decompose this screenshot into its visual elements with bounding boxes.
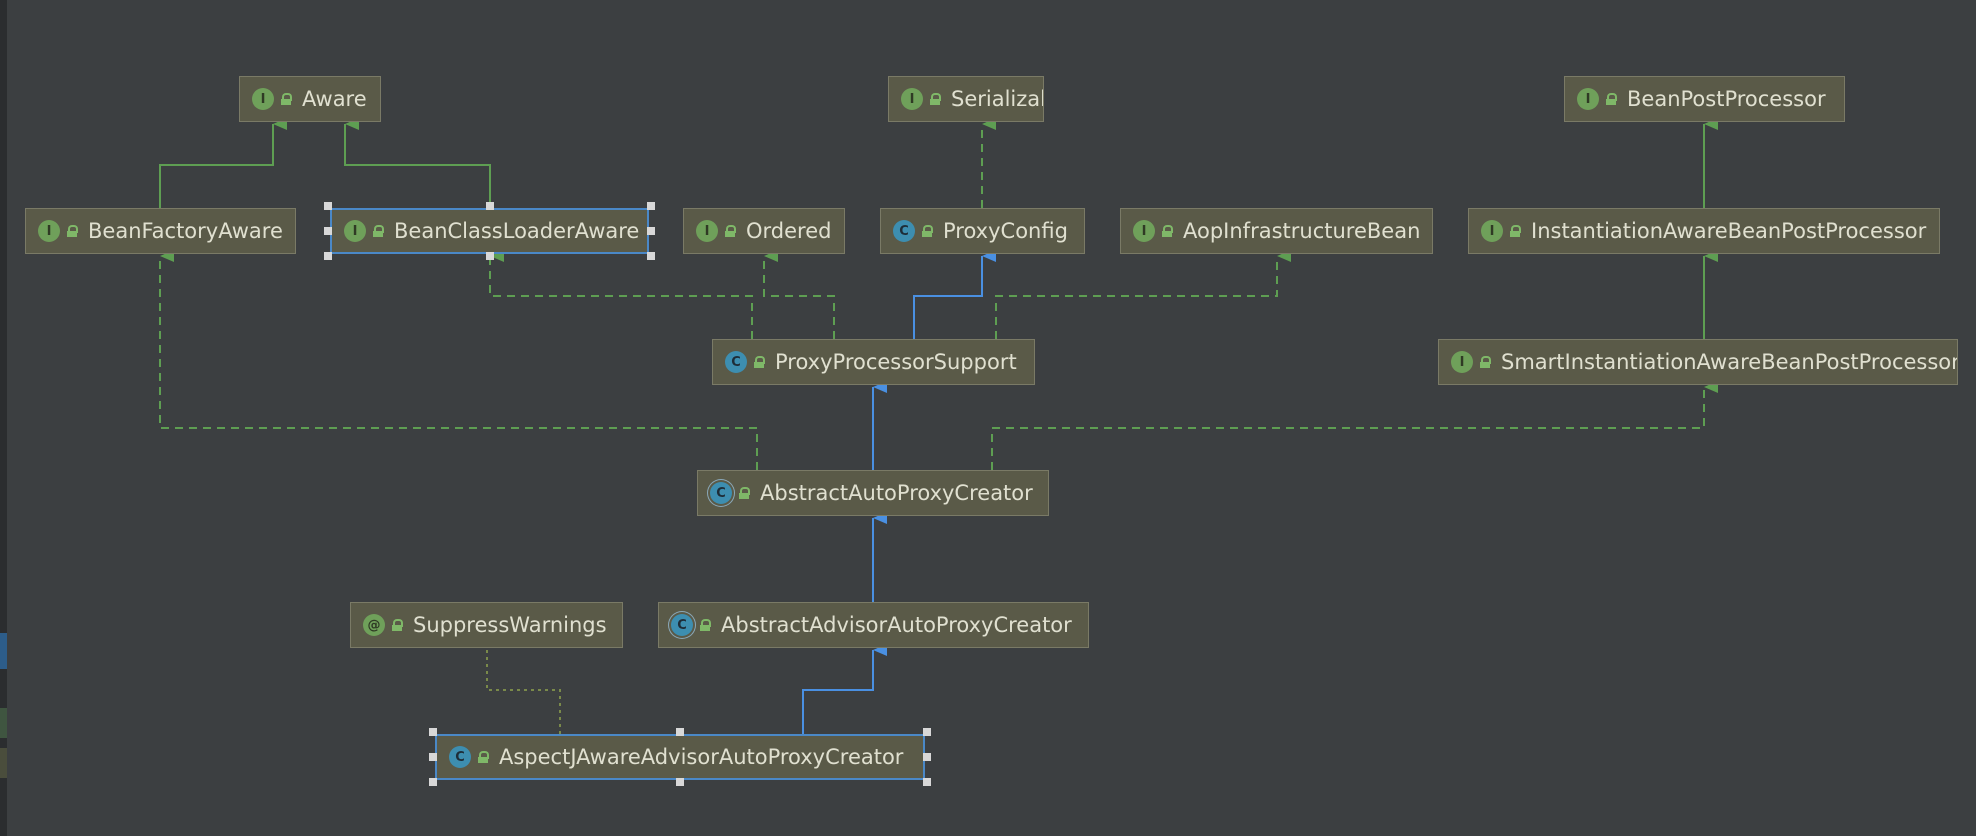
interface-icon: I xyxy=(1133,220,1155,242)
node-aware[interactable]: I Aware xyxy=(239,76,381,122)
selection-handle[interactable] xyxy=(485,202,494,210)
public-lock-icon xyxy=(738,487,750,499)
edge-implements xyxy=(489,250,753,339)
class-icon: C xyxy=(449,746,471,768)
public-lock-icon xyxy=(372,225,384,237)
node-label: Ordered xyxy=(746,219,832,243)
node-instantiationaware[interactable]: I InstantiationAwareBeanPostProcessor xyxy=(1468,208,1940,254)
edge-implements xyxy=(159,250,758,470)
edge-implements xyxy=(763,250,835,339)
interface-icon: I xyxy=(1451,351,1473,373)
class-icon: C xyxy=(893,220,915,242)
public-lock-icon xyxy=(1161,225,1173,237)
public-lock-icon xyxy=(391,619,403,631)
interface-icon: I xyxy=(901,88,923,110)
edge-annotated-by xyxy=(486,650,561,734)
selection-handle[interactable] xyxy=(429,753,437,761)
node-label: Aware xyxy=(302,87,367,111)
interface-icon: I xyxy=(344,220,366,242)
selection-handle[interactable] xyxy=(429,778,437,786)
node-proxyconfig[interactable]: C ProxyConfig xyxy=(880,208,1085,254)
node-beanclassloaderaware[interactable]: I BeanClassLoaderAware xyxy=(330,208,649,254)
abstract-icon: C xyxy=(710,482,732,504)
node-label: AbstractAdvisorAutoProxyCreator xyxy=(721,613,1072,637)
edge-class-extends xyxy=(802,644,887,734)
selection-handle[interactable] xyxy=(923,728,931,736)
public-lock-icon xyxy=(280,93,292,105)
node-aspectjaware[interactable]: C AspectJAwareAdvisorAutoProxyCreator xyxy=(435,734,925,780)
selection-handle[interactable] xyxy=(676,778,684,786)
selection-handle[interactable] xyxy=(647,227,655,235)
annotation-icon: @ xyxy=(363,614,385,636)
node-aopinfrastructurebean[interactable]: I AopInfrastructureBean xyxy=(1120,208,1433,254)
node-serializable[interactable]: I Serializable xyxy=(888,76,1044,122)
selection-handle[interactable] xyxy=(676,728,684,736)
edge-interface-extends xyxy=(159,118,287,208)
selection-handle[interactable] xyxy=(324,202,332,210)
public-lock-icon xyxy=(1509,225,1521,237)
node-abstractadvisorautoproxycreator[interactable]: C AbstractAdvisorAutoProxyCreator xyxy=(658,602,1089,648)
interface-icon: I xyxy=(1481,220,1503,242)
public-lock-icon xyxy=(477,751,489,763)
node-abstractautoproxycreator[interactable]: C AbstractAutoProxyCreator xyxy=(697,470,1049,516)
selection-handle[interactable] xyxy=(647,202,655,210)
abstract-icon: C xyxy=(671,614,693,636)
selection-handle[interactable] xyxy=(923,753,931,761)
node-smartinstantiationaware[interactable]: I SmartInstantiationAwareBeanPostProcesso… xyxy=(1438,339,1958,385)
node-label: BeanFactoryAware xyxy=(88,219,283,243)
public-lock-icon xyxy=(66,225,78,237)
interface-icon: I xyxy=(252,88,274,110)
selection-handle[interactable] xyxy=(647,252,655,260)
node-label: BeanPostProcessor xyxy=(1627,87,1826,111)
interface-icon: I xyxy=(1577,88,1599,110)
interface-icon: I xyxy=(696,220,718,242)
node-beanpostprocessor[interactable]: I BeanPostProcessor xyxy=(1564,76,1845,122)
edge-class-extends xyxy=(913,250,996,339)
node-label: SuppressWarnings xyxy=(413,613,607,637)
edge-implements xyxy=(995,250,1291,339)
node-label: InstantiationAwareBeanPostProcessor xyxy=(1531,219,1927,243)
node-label: AspectJAwareAdvisorAutoProxyCreator xyxy=(499,745,904,769)
node-label: SmartInstantiationAwareBeanPostProcessor xyxy=(1501,350,1958,374)
public-lock-icon xyxy=(1479,356,1491,368)
node-label: AbstractAutoProxyCreator xyxy=(760,481,1033,505)
node-beanfactoryaware[interactable]: I BeanFactoryAware xyxy=(25,208,296,254)
public-lock-icon xyxy=(753,356,765,368)
selection-handle[interactable] xyxy=(324,227,332,235)
edge-implements xyxy=(991,381,1718,470)
public-lock-icon xyxy=(699,619,711,631)
selection-handle[interactable] xyxy=(429,728,437,736)
public-lock-icon xyxy=(929,93,941,105)
public-lock-icon xyxy=(1605,93,1617,105)
diagram-edges xyxy=(159,118,1718,734)
selection-handle[interactable] xyxy=(923,778,931,786)
node-label: BeanClassLoaderAware xyxy=(394,219,640,243)
node-label: ProxyProcessorSupport xyxy=(775,350,1017,374)
node-proxyprocessorsupport[interactable]: C ProxyProcessorSupport xyxy=(712,339,1035,385)
node-ordered[interactable]: I Ordered xyxy=(683,208,845,254)
node-label: ProxyConfig xyxy=(943,219,1068,243)
class-icon: C xyxy=(725,351,747,373)
public-lock-icon xyxy=(724,225,736,237)
edge-interface-extends xyxy=(344,118,491,208)
public-lock-icon xyxy=(921,225,933,237)
node-label: AopInfrastructureBean xyxy=(1183,219,1421,243)
selection-handle[interactable] xyxy=(324,252,332,260)
interface-icon: I xyxy=(38,220,60,242)
node-suppresswarnings[interactable]: @ SuppressWarnings xyxy=(350,602,623,648)
node-label: Serializable xyxy=(951,87,1043,111)
selection-handle[interactable] xyxy=(485,252,494,260)
